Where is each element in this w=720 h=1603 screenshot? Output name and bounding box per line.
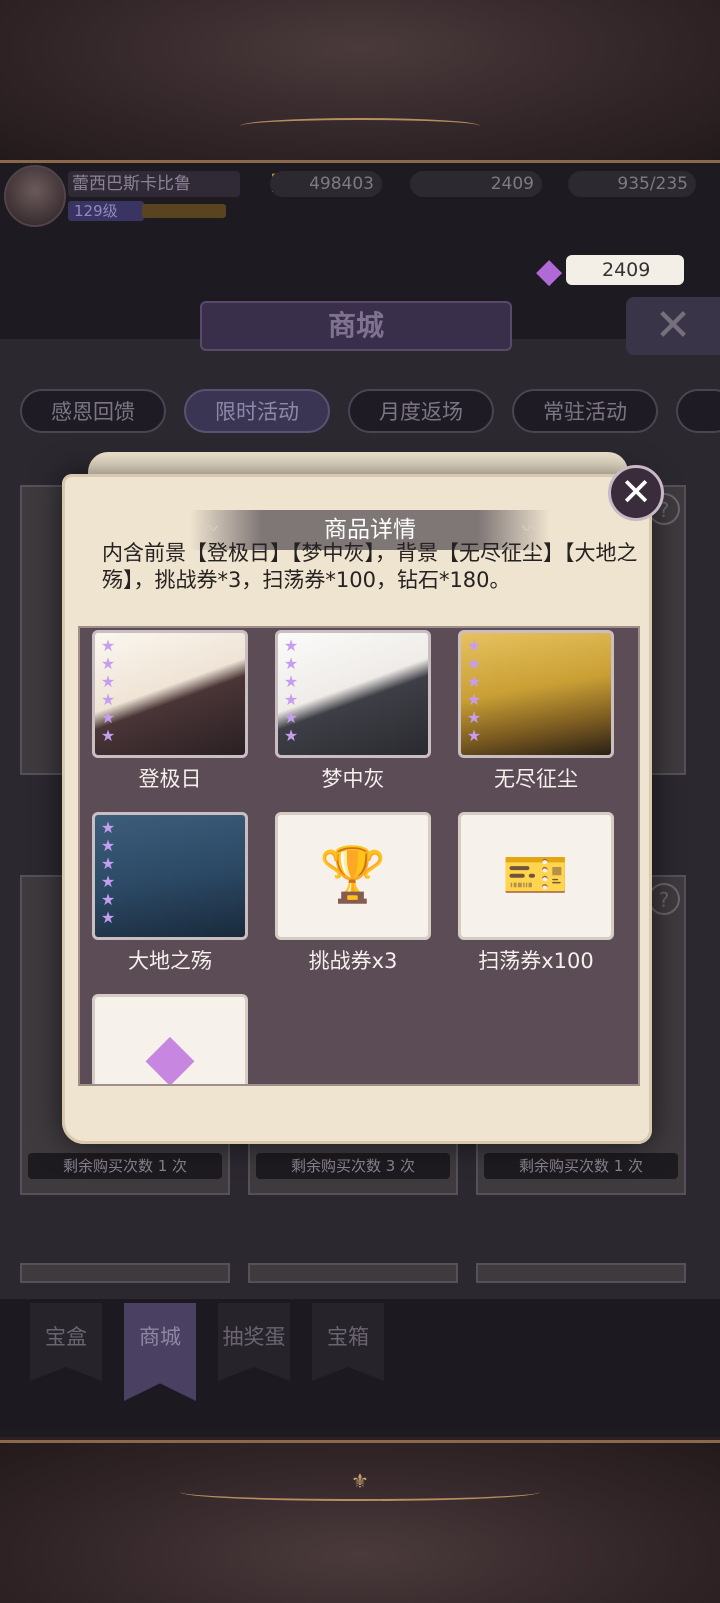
star-rating: ★ ★ ★ ★ ★ ★ [100, 636, 116, 745]
trophy-ticket-icon: 🏆 [319, 843, 387, 906]
reward-item-label: 挑战券x3 [308, 949, 398, 973]
remaining-purchases: 剩余购买次数 1 次 [28, 1153, 222, 1179]
reward-item[interactable]: ★ ★ ★ ★ ★ ★ 登极日 [92, 630, 248, 794]
nav-shop[interactable]: 商城 [124, 1303, 196, 1401]
player-avatar[interactable] [4, 165, 66, 227]
remaining-purchases: 剩余购买次数 1 次 [484, 1153, 678, 1179]
gem-icon: ◆ [536, 251, 563, 291]
exp-bar [142, 204, 226, 218]
reward-items-panel: ★ ★ ★ ★ ★ ★ 登极日 ★ ★ ★ ★ ★ ★ 梦中灰 ★ ★ ★ ★ ★ ★ 无尽征尘 ★ ★ ★ ★ ★ ★… [78, 626, 640, 1086]
shop-close-button[interactable]: ✕ [626, 297, 720, 355]
reward-item[interactable]: ★ ★ ★ ★ ★ ★ 大地之殇 [92, 812, 248, 976]
shop-card[interactable] [248, 1263, 458, 1283]
star-rating: ★ ★ ★ ★ ★ ★ [466, 636, 482, 745]
tab-thanks[interactable]: 感恩回馈 [20, 389, 166, 433]
reward-item[interactable]: ★ ★ ★ ★ ★ ★ 梦中灰 [275, 630, 431, 794]
reward-item-label: 梦中灰 [321, 767, 385, 791]
foreground-ruins-icon: ★ ★ ★ ★ ★ ★ [92, 630, 248, 758]
player-name: 蕾西巴斯卡比鲁 [68, 171, 240, 197]
tab-limited[interactable]: 限时活动 [184, 389, 330, 433]
shop-tabs: 感恩回馈 限时活动 月度返场 常驻活动 [0, 389, 720, 433]
star-rating: ★ ★ ★ ★ ★ ★ [100, 818, 116, 927]
secondary-counter: 2409 [410, 171, 542, 197]
background-sea-icon: ★ ★ ★ ★ ★ ★ [92, 812, 248, 940]
nav-gacha-egg[interactable]: 抽奖蛋 [218, 1303, 290, 1381]
reward-item-label: 扫荡券x100 [478, 949, 594, 973]
item-frame: 🏆 [275, 812, 431, 940]
frame-ornament [240, 118, 480, 134]
shop-title: 商城 [200, 301, 512, 351]
diamond-icon: ◆ [145, 1020, 195, 1086]
tab-more[interactable] [676, 389, 720, 433]
gem-counter: ◆ 2409 [536, 251, 684, 291]
reward-item-label: 登极日 [138, 767, 202, 791]
reward-item[interactable]: 🎫 扫荡券x100 [458, 812, 614, 976]
bottom-nav: 宝盒 商城 抽奖蛋 宝箱 [0, 1299, 720, 1429]
shop-card[interactable] [476, 1263, 686, 1283]
stamina-counter: 935/235 [568, 171, 696, 197]
tab-monthly[interactable]: 月度返场 [348, 389, 494, 433]
nav-chest[interactable]: 宝箱 [312, 1303, 384, 1381]
remaining-purchases: 剩余购买次数 3 次 [256, 1153, 450, 1179]
reward-item-label: 无尽征尘 [494, 767, 578, 791]
shop-card[interactable] [20, 1263, 230, 1283]
gem-value: 2409 [602, 259, 651, 281]
reward-item[interactable]: ★ ★ ★ ★ ★ ★ 无尽征尘 [458, 630, 614, 794]
reward-item[interactable]: 🏆 挑战券x3 [275, 812, 431, 976]
item-description: 内含前景【登极日】【梦中灰】，背景【无尽征尘】【大地之殇】，挑战券*3，扫荡券*… [102, 541, 638, 592]
nav-treasure-box[interactable]: 宝盒 [30, 1303, 102, 1381]
reward-item[interactable]: ◆ [92, 994, 248, 1086]
gold-counter: 498403 [270, 171, 382, 197]
sweep-ticket-icon: 🎫 [502, 843, 570, 906]
star-rating: ★ ★ ★ ★ ★ ★ [283, 636, 299, 745]
tab-permanent[interactable]: 常驻活动 [512, 389, 658, 433]
item-frame: ◆ [92, 994, 248, 1086]
item-frame: 🎫 [458, 812, 614, 940]
player-level: 129级 [68, 201, 144, 221]
reward-item-label: 大地之殇 [128, 949, 212, 973]
background-desert-icon: ★ ★ ★ ★ ★ ★ [458, 630, 614, 758]
decorative-frame-top [0, 0, 720, 163]
foreground-ruins-grey-icon: ★ ★ ★ ★ ★ ★ [275, 630, 431, 758]
close-button[interactable]: ✕ [608, 465, 664, 521]
help-icon[interactable]: ? [648, 883, 680, 915]
fleur-de-lis-icon: ⚜ [351, 1469, 369, 1493]
decorative-frame-bottom: ⚜ [0, 1440, 720, 1603]
